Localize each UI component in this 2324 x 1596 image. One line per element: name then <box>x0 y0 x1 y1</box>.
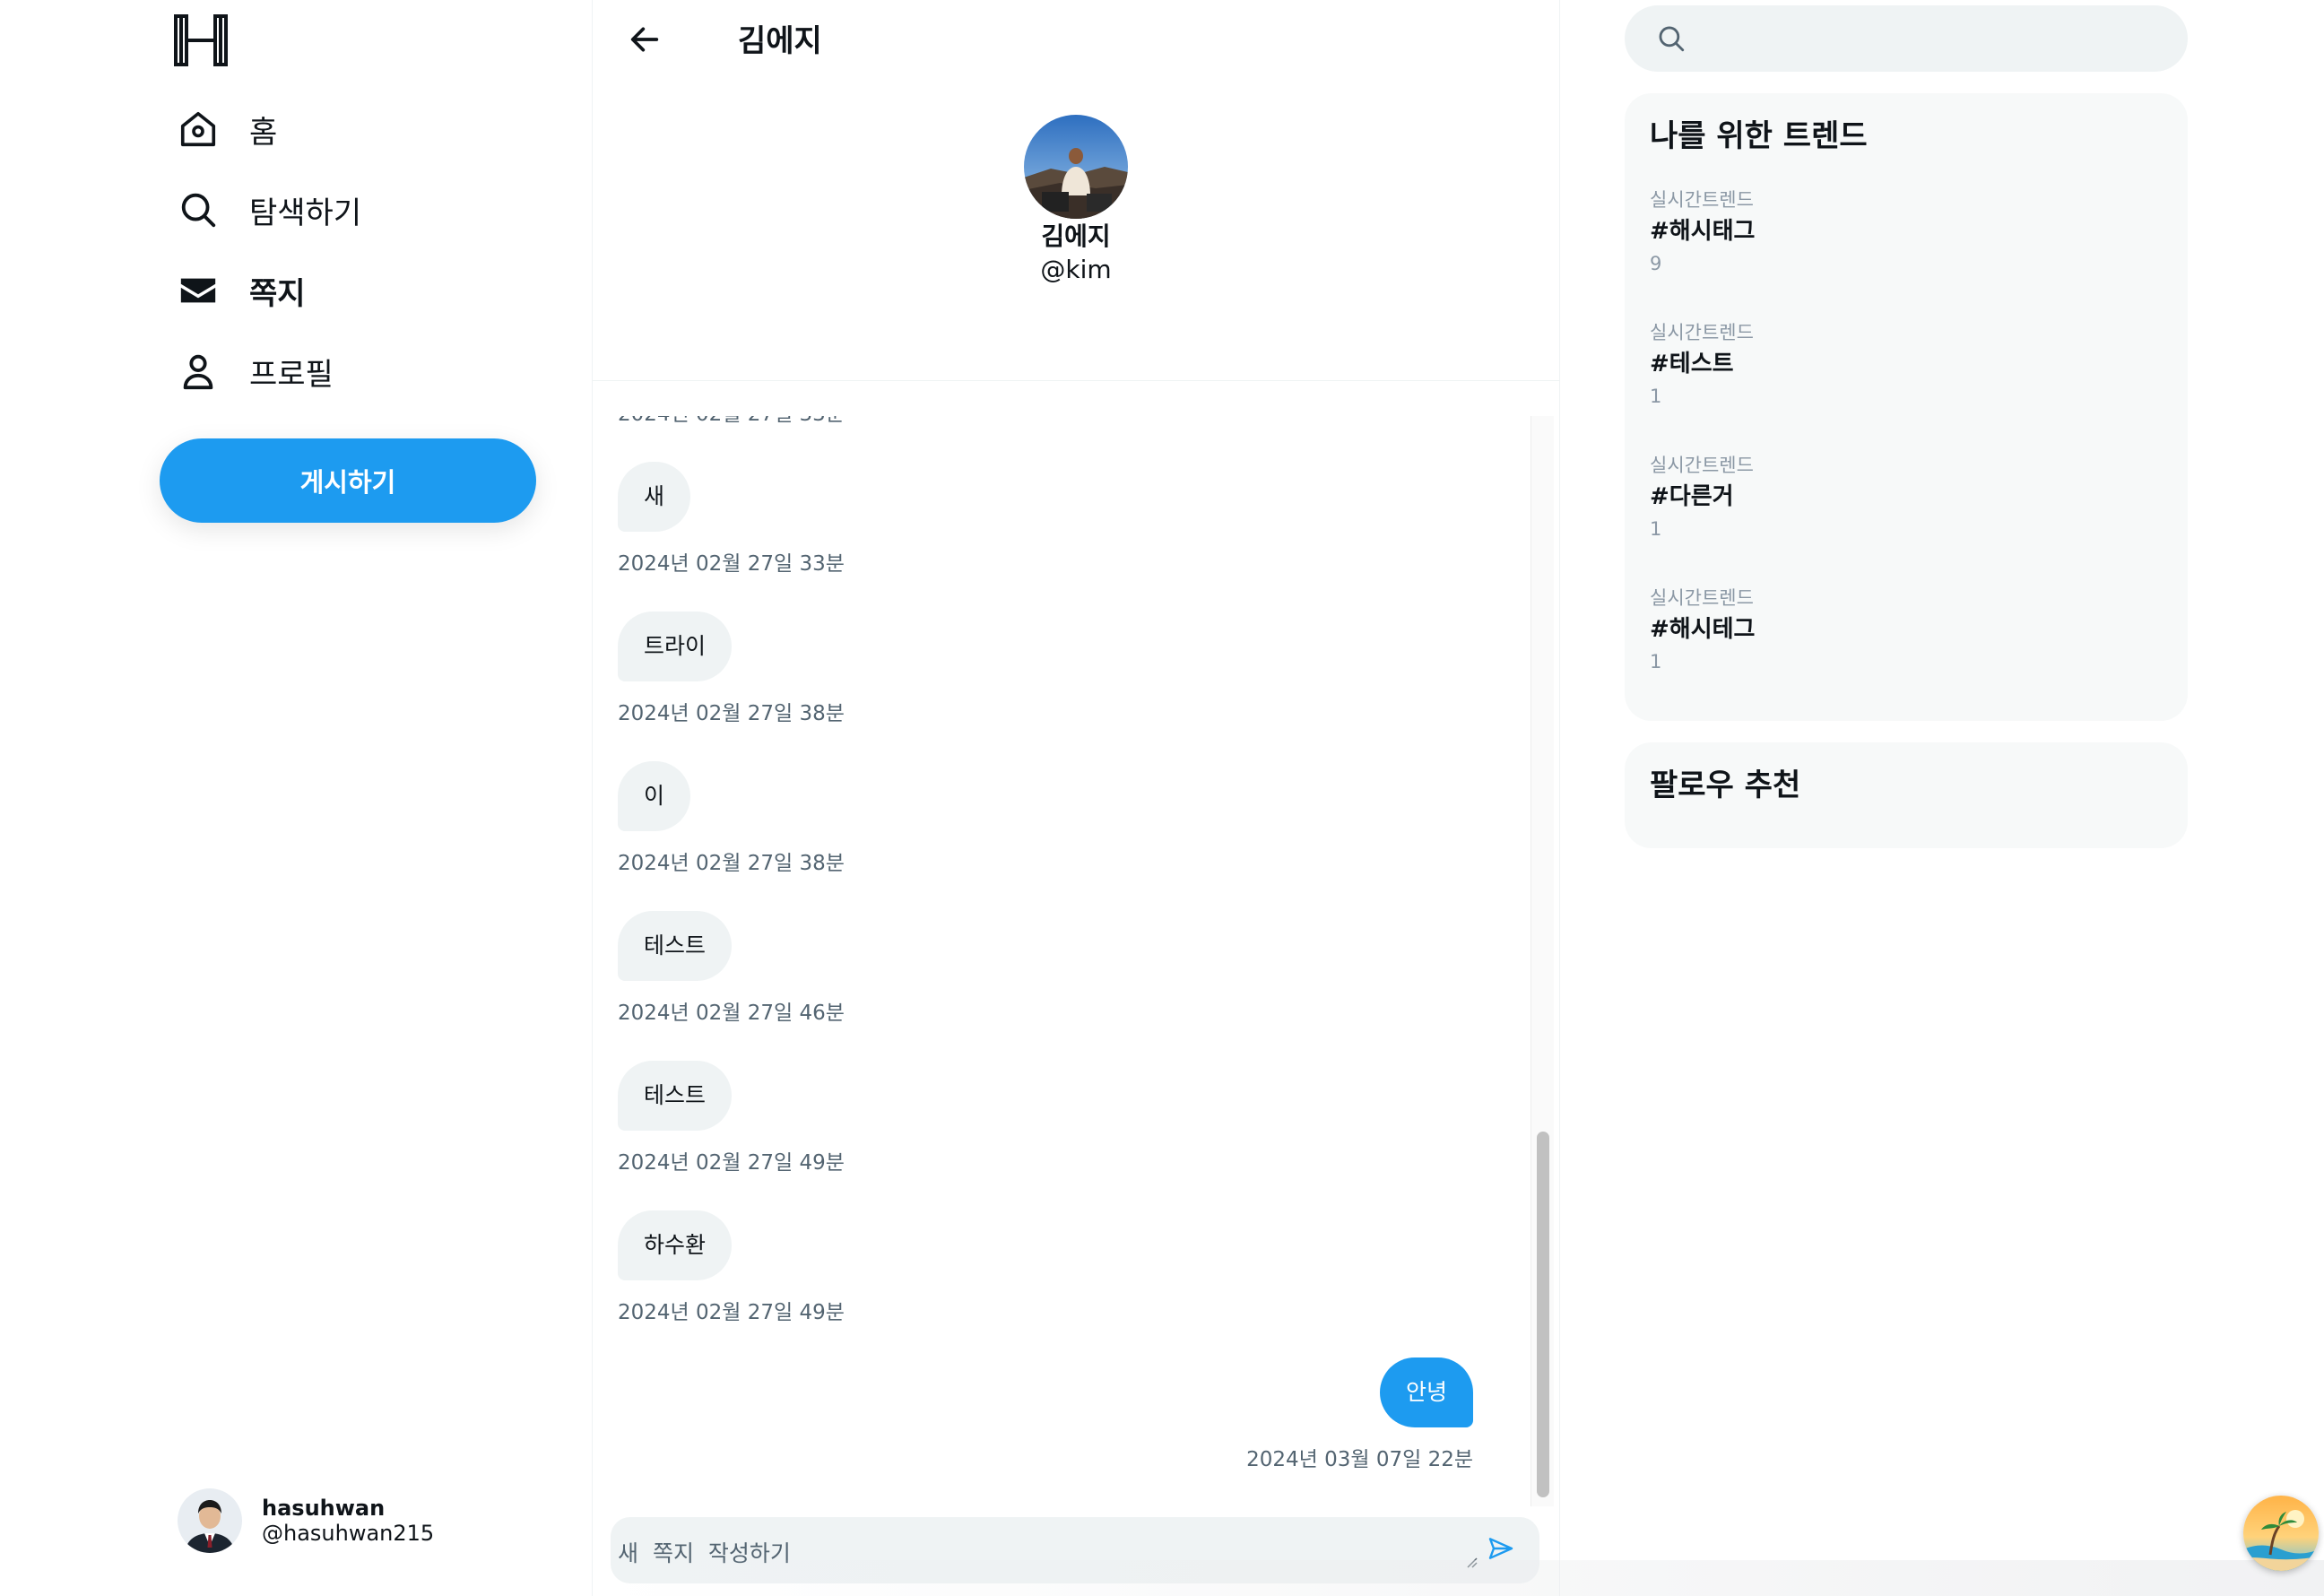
trend-count: 9 <box>1650 253 1662 274</box>
search-input[interactable] <box>1702 12 2188 65</box>
message-bubble[interactable]: 이 <box>618 761 691 831</box>
nav-item-home[interactable]: 홈 <box>176 98 277 160</box>
message-time: 2024년 02월 27일 38분 <box>618 702 845 725</box>
trend-item[interactable]: 실시간트렌드 #다른거 1 <box>1650 452 2161 543</box>
account-handle: @hasuhwan215 <box>262 1521 435 1546</box>
trend-tag: #다른거 <box>1650 483 1734 510</box>
trend-tag: #해시테그 <box>1650 616 1756 643</box>
trend-item[interactable]: 실시간트렌드 #해시테그 1 <box>1650 585 2161 676</box>
message-bubble[interactable]: 테스트 <box>618 1061 733 1131</box>
message-bubble[interactable]: 트라이 <box>618 612 733 681</box>
message-time: 2024년 02월 27일 49분 <box>618 1301 845 1324</box>
person-icon <box>176 349 221 394</box>
scrollbar-thumb[interactable] <box>1537 1132 1549 1497</box>
mail-icon <box>176 268 221 313</box>
trend-kicker: 실시간트렌드 <box>1650 189 1754 211</box>
search-icon <box>176 187 221 232</box>
message-time-clipped: 2024년 02월 27일 33분 <box>618 416 845 427</box>
search-icon <box>1655 22 1687 55</box>
message-list[interactable]: 2024년 02월 27일 33분 새 2024년 02월 27일 33분 트라… <box>593 416 1531 1506</box>
message-bubble[interactable]: 하수환 <box>618 1210 733 1280</box>
left-sidebar: 홈 탐색하기 쪽지 프로필 게시하기 hasuhwan @hasuhwan215 <box>0 0 592 1596</box>
message-item: 하수환 2024년 02월 27일 49분 <box>618 1210 845 1325</box>
send-button[interactable] <box>1480 1530 1522 1571</box>
message-item-mine: 안녕 2024년 03월 07일 22분 <box>1246 1357 1473 1472</box>
nav-item-label: 탐색하기 <box>249 195 362 231</box>
trend-tag: #해시태그 <box>1650 218 1756 245</box>
account-names: hasuhwan @hasuhwan215 <box>262 1496 434 1546</box>
message-item: 테스트 2024년 02월 27일 46분 <box>618 911 845 1026</box>
beach-widget-icon[interactable] <box>2243 1496 2319 1571</box>
avatar <box>1024 115 1128 219</box>
page-title: 김에지 <box>738 23 822 59</box>
divider <box>593 380 1559 381</box>
trend-count: 1 <box>1650 518 1662 540</box>
follow-suggestions-panel: 팔로우 추천 <box>1625 742 2188 848</box>
nav-item-label: 프로필 <box>249 356 334 393</box>
send-icon <box>1487 1534 1515 1566</box>
avatar <box>178 1488 242 1553</box>
profile-handle: @kim <box>1040 255 1112 284</box>
message-time: 2024년 02월 27일 33분 <box>618 552 845 576</box>
post-button[interactable]: 게시하기 <box>160 438 536 523</box>
app-logo-icon[interactable] <box>172 13 230 68</box>
home-icon <box>176 107 221 152</box>
profile-name: 김에지 <box>1041 221 1111 251</box>
back-button[interactable] <box>618 16 672 66</box>
message-item: 테스트 2024년 02월 27일 49분 <box>618 1061 845 1175</box>
message-item: 트라이 2024년 02월 27일 38분 <box>618 612 845 726</box>
account-switcher[interactable]: hasuhwan @hasuhwan215 <box>178 1488 434 1553</box>
trend-kicker: 실시간트렌드 <box>1650 455 1754 476</box>
message-bubble[interactable]: 새 <box>618 462 691 532</box>
message-time: 2024년 03월 07일 22분 <box>1246 1448 1473 1471</box>
message-composer <box>611 1517 1539 1583</box>
trend-kicker: 실시간트렌드 <box>1650 322 1754 343</box>
arrow-left-icon <box>627 22 663 61</box>
trend-kicker: 실시간트렌드 <box>1650 587 1754 609</box>
message-time: 2024년 02월 27일 46분 <box>618 1002 845 1025</box>
trends-panel: 나를 위한 트렌드 실시간트렌드 #해시태그 9 실시간트렌드 #테스트 1 실… <box>1625 93 2188 721</box>
trends-title: 나를 위한 트렌드 <box>1650 118 1868 154</box>
resize-grip-icon[interactable] <box>1464 1555 1479 1569</box>
follow-title: 팔로우 추천 <box>1650 768 1801 803</box>
trend-tag: #테스트 <box>1650 351 1734 377</box>
message-item: 이 2024년 02월 27일 38분 <box>618 761 845 876</box>
trend-item[interactable]: 실시간트렌드 #테스트 1 <box>1650 319 2161 411</box>
message-time: 2024년 02월 27일 38분 <box>618 852 845 875</box>
nav-item-label: 쪽지 <box>249 275 306 312</box>
message-input[interactable] <box>611 1531 1480 1570</box>
message-bubble[interactable]: 테스트 <box>618 911 733 981</box>
trend-count: 1 <box>1650 651 1662 672</box>
trend-count: 1 <box>1650 386 1662 407</box>
search-bar[interactable] <box>1625 5 2188 72</box>
conversation-panel: 김에지 김에지 @kim 2024년 02 <box>592 0 1560 1596</box>
trend-item[interactable]: 실시간트렌드 #해시태그 9 <box>1650 186 2161 278</box>
message-item: 새 2024년 02월 27일 33분 <box>618 462 845 577</box>
nav-item-label: 홈 <box>249 114 278 151</box>
message-time: 2024년 02월 27일 49분 <box>618 1151 845 1175</box>
message-scrollbar[interactable] <box>1531 416 1554 1506</box>
conversation-profile[interactable]: 김에지 @kim <box>593 115 1559 287</box>
nav-item-profile[interactable]: 프로필 <box>176 340 334 403</box>
message-bubble-mine[interactable]: 안녕 <box>1379 1357 1473 1427</box>
nav-item-explore[interactable]: 탐색하기 <box>176 178 361 241</box>
nav-item-messages[interactable]: 쪽지 <box>176 259 306 322</box>
account-name: hasuhwan <box>262 1496 386 1521</box>
